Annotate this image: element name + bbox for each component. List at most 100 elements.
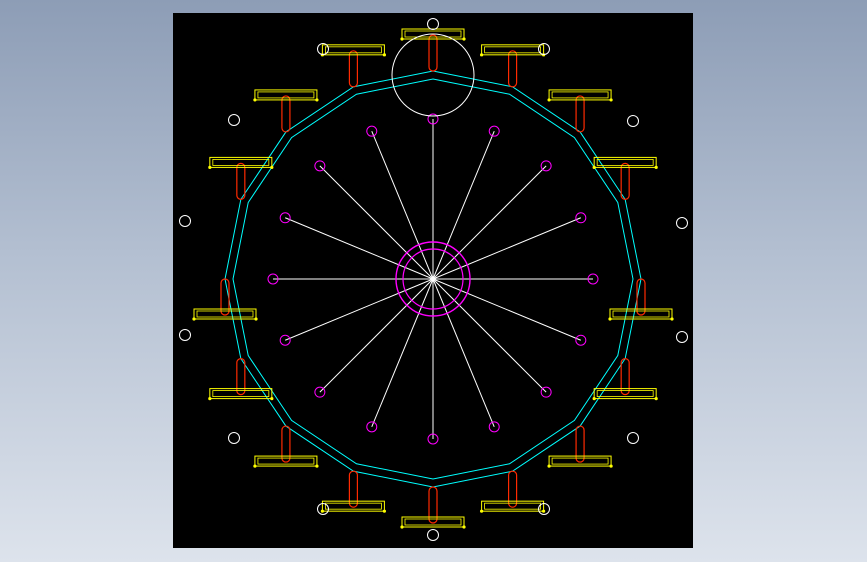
bracket [593,388,657,400]
slot [348,50,359,88]
bracket-inner [551,91,609,99]
bracket-inner [212,159,270,166]
bracket [401,516,465,528]
bracket [609,308,673,320]
bracket-pin [382,53,387,57]
bracket [593,156,657,168]
bracket-pin [547,98,551,102]
mounting-hole [179,215,191,227]
slot [236,357,246,396]
spoke [432,130,495,280]
slot [507,470,518,508]
cad-viewport[interactable] [173,13,693,548]
spoke-end [279,334,291,346]
bracket-pin [270,165,274,170]
bracket-pin [592,165,596,170]
bracket-pin [253,464,257,468]
spoke [284,217,434,280]
bracket [321,44,385,56]
bracket-inner [212,390,270,397]
bracket-pin [609,98,613,102]
bracket-pin [547,464,551,468]
bracket-pin [541,509,546,513]
bracket-pin [654,165,658,170]
mounting-hole [228,114,240,126]
bracket [321,500,385,512]
spoke [319,165,434,280]
bracket-pin [462,37,466,41]
bracket-pin [462,525,466,529]
bracket-pin [609,464,613,468]
bracket-pin [654,396,658,401]
top-circle [391,33,475,117]
bracket-inner [484,502,541,510]
bracket-pin [382,509,387,513]
slot [281,425,291,463]
bracket [254,89,318,101]
bracket-inner [612,310,670,318]
mounting-hole [179,329,191,341]
bracket-pin [400,37,404,41]
spoke-end [366,125,378,137]
bracket-pin [670,317,674,321]
mounting-hole [676,331,688,343]
slot [428,486,438,524]
bracket-inner [404,518,462,526]
bracket [481,44,545,56]
spoke [432,217,582,280]
mounting-hole [627,115,639,127]
spoke [432,278,495,428]
bracket-inner [484,46,541,54]
spoke-end [279,212,291,224]
bracket-pin [400,525,404,529]
bracket [548,89,612,101]
slot [636,278,646,316]
spoke [284,278,434,341]
slot [428,34,438,72]
mounting-hole [427,18,439,30]
slot [281,95,291,133]
mounting-hole [627,432,639,444]
bracket-pin [253,98,257,102]
slot [348,470,359,508]
mounting-hole [676,217,688,229]
bracket-pin [315,98,319,102]
bracket-pin [192,317,196,321]
slot [236,162,246,201]
bracket-pin [208,165,212,170]
bracket-pin [320,509,325,513]
bracket-inner [325,502,382,510]
bracket-pin [315,464,319,468]
bracket-pin [592,396,596,401]
spoke [371,278,434,428]
spoke [432,165,547,280]
bracket [481,500,545,512]
bracket-inner [596,390,654,397]
spoke-end [366,421,378,433]
wheel-drawing [179,18,688,541]
bracket-inner [257,457,315,465]
slot [507,50,518,88]
slot [575,95,585,133]
bracket-pin [254,317,258,321]
spoke [432,278,547,393]
slot [620,357,630,396]
bracket [209,388,273,400]
mounting-hole [427,529,439,541]
slot [575,425,585,463]
bracket [209,156,273,168]
mounting-hole [228,432,240,444]
bracket-pin [270,396,274,401]
bracket [548,455,612,467]
bracket-inner [325,46,382,54]
slot [620,162,630,201]
bracket-inner [551,457,609,465]
spoke [432,278,582,341]
slot [220,278,230,316]
spoke [319,278,434,393]
bracket-inner [596,159,654,166]
bracket [193,308,257,320]
spoke [371,130,434,280]
bracket-inner [196,310,254,318]
bracket [254,455,318,467]
